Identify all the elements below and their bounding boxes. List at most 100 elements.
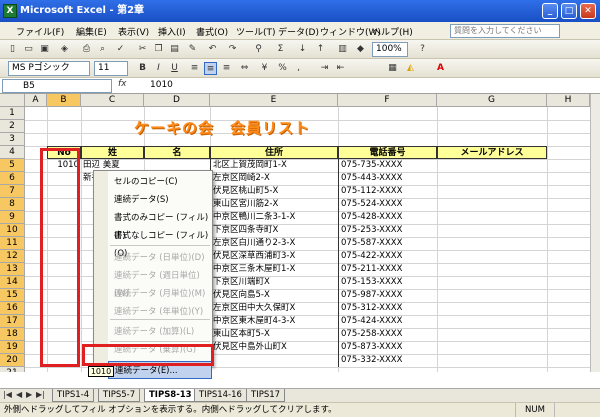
column-header-d[interactable]: D bbox=[144, 94, 210, 107]
cut-icon[interactable]: ✂ bbox=[136, 43, 149, 56]
align-right-icon[interactable]: ≡ bbox=[220, 62, 233, 75]
row-header-7[interactable]: 7 bbox=[0, 185, 25, 198]
help-search-input[interactable]: 質問を入力してください bbox=[450, 24, 560, 38]
minimize-button[interactable]: _ bbox=[542, 3, 558, 19]
preview-icon[interactable]: ⌕ bbox=[96, 43, 109, 56]
address-cell[interactable]: 伏見区向島5-X bbox=[210, 289, 338, 302]
address-cell[interactable]: 北区上賀茂岡町1-X bbox=[210, 159, 338, 172]
spelling-icon[interactable]: ✓ bbox=[114, 43, 127, 56]
address-cell[interactable]: 下京区川端町X bbox=[210, 276, 338, 289]
new-icon[interactable]: ▯ bbox=[6, 43, 19, 56]
phone-cell[interactable]: 075-422-XXXX bbox=[338, 250, 437, 263]
indent-icon[interactable]: ⇥ bbox=[318, 62, 331, 75]
row-header-21[interactable]: 21 bbox=[0, 367, 25, 372]
percent-icon[interactable]: % bbox=[276, 62, 289, 75]
phone-cell[interactable]: 075-424-XXXX bbox=[338, 315, 437, 328]
drawing-icon[interactable]: ◆ bbox=[354, 43, 367, 56]
column-header-c[interactable]: C bbox=[81, 94, 144, 107]
menu-insert[interactable]: 挿入(I) bbox=[158, 25, 186, 38]
row-header-8[interactable]: 8 bbox=[0, 198, 25, 211]
formula-input[interactable]: 1010 bbox=[150, 80, 173, 90]
maximize-button[interactable]: □ bbox=[561, 3, 577, 19]
phone-cell[interactable]: 075-258-XXXX bbox=[338, 328, 437, 341]
row-header-13[interactable]: 13 bbox=[0, 263, 25, 276]
context-menu-item[interactable]: 連続データ (日単位)(D) bbox=[108, 249, 212, 267]
column-header-h[interactable]: H bbox=[547, 94, 590, 107]
menu-edit[interactable]: 編集(E) bbox=[76, 25, 107, 38]
excel-icon[interactable]: X bbox=[3, 4, 17, 18]
context-menu-item[interactable]: 連続データ (週日単位)(W) bbox=[108, 267, 212, 299]
phone-cell[interactable]: 075-253-XXXX bbox=[338, 224, 437, 237]
address-cell[interactable]: 中京区東木屋町4-3-X bbox=[210, 315, 338, 328]
address-cell[interactable]: 伏見区中島外山町X bbox=[210, 341, 338, 354]
phone-cell[interactable]: 075-112-XXXX bbox=[338, 185, 437, 198]
copy-icon[interactable]: ❐ bbox=[152, 43, 165, 56]
address-cell[interactable]: 下京区四条寺町X bbox=[210, 224, 338, 237]
address-cell[interactable]: 伏見区桃山町5-X bbox=[210, 185, 338, 198]
undo-icon[interactable]: ↶ bbox=[206, 43, 219, 56]
address-cell[interactable]: 中京区鴨川二条3-1-X bbox=[210, 211, 338, 224]
phone-cell[interactable]: 075-987-XXXX bbox=[338, 289, 437, 302]
context-menu-item[interactable]: 書式のみコピー (フィル)(F) bbox=[108, 209, 212, 241]
vertical-scrollbar[interactable] bbox=[590, 94, 600, 372]
row-header-9[interactable]: 9 bbox=[0, 211, 25, 224]
first-sheet-icon[interactable]: |◀ bbox=[3, 390, 12, 399]
autosum-icon[interactable]: Σ bbox=[274, 43, 287, 56]
font-size-select[interactable]: 11 bbox=[94, 61, 128, 76]
permission-icon[interactable]: ◈ bbox=[58, 43, 71, 56]
row-header-11[interactable]: 11 bbox=[0, 237, 25, 250]
hyperlink-icon[interactable]: ⚲ bbox=[252, 43, 265, 56]
row-header-19[interactable]: 19 bbox=[0, 341, 25, 354]
phone-cell[interactable]: 075-332-XXXX bbox=[338, 354, 437, 367]
redo-icon[interactable]: ↷ bbox=[226, 43, 239, 56]
prev-sheet-icon[interactable]: ◀ bbox=[16, 390, 22, 399]
row-header-5[interactable]: 5 bbox=[0, 159, 25, 172]
next-sheet-icon[interactable]: ▶ bbox=[26, 390, 32, 399]
row-header-16[interactable]: 16 bbox=[0, 302, 25, 315]
phone-cell[interactable]: 075-735-XXXX bbox=[338, 159, 437, 172]
context-menu-item[interactable]: 連続データ (月単位)(M) bbox=[108, 285, 212, 303]
sheet-tab[interactable]: TIPS5-7 bbox=[98, 389, 141, 402]
font-color-icon[interactable]: A bbox=[434, 62, 447, 75]
context-menu-item[interactable]: 連続データ (加算)(L) bbox=[108, 323, 212, 341]
menu-file[interactable]: ファイル(F) bbox=[16, 25, 64, 38]
menu-format[interactable]: 書式(O) bbox=[196, 25, 228, 38]
row-header-6[interactable]: 6 bbox=[0, 172, 25, 185]
column-header-f[interactable]: F bbox=[338, 94, 437, 107]
chart-icon[interactable]: ▥ bbox=[336, 43, 349, 56]
row-header-12[interactable]: 12 bbox=[0, 250, 25, 263]
phone-cell[interactable]: 075-873-XXXX bbox=[338, 341, 437, 354]
underline-button[interactable]: U bbox=[168, 62, 181, 75]
sort-asc-icon[interactable]: ↓ bbox=[296, 43, 309, 56]
address-cell[interactable]: 左京区白川通り2-3-X bbox=[210, 237, 338, 250]
address-cell[interactable]: 東山区本町5-X bbox=[210, 328, 338, 341]
phone-cell[interactable]: 075-524-XXXX bbox=[338, 198, 437, 211]
row-header-17[interactable]: 17 bbox=[0, 315, 25, 328]
menu-view[interactable]: 表示(V) bbox=[118, 25, 149, 38]
last-sheet-icon[interactable]: ▶| bbox=[36, 390, 45, 399]
align-left-icon[interactable]: ≡ bbox=[188, 62, 201, 75]
context-menu-item[interactable]: 書式なしコピー (フィル)(O) bbox=[108, 227, 212, 259]
close-button[interactable]: ✕ bbox=[580, 3, 596, 19]
menu-help[interactable]: ヘルプ(H) bbox=[372, 25, 413, 38]
phone-cell[interactable]: 075-211-XXXX bbox=[338, 263, 437, 276]
row-header-2[interactable]: 2 bbox=[0, 120, 25, 133]
comma-icon[interactable]: , bbox=[292, 62, 305, 75]
context-menu-item[interactable]: セルのコピー(C) bbox=[108, 173, 212, 191]
font-name-select[interactable]: MS Pゴシック bbox=[8, 61, 90, 76]
address-cell[interactable]: 中京区三条木屋町1-X bbox=[210, 263, 338, 276]
print-icon[interactable]: ⎙ bbox=[80, 43, 93, 56]
phone-cell[interactable]: 075-443-XXXX bbox=[338, 172, 437, 185]
save-icon[interactable]: ▣ bbox=[38, 43, 51, 56]
sheet-tab-active[interactable]: TIPS8-13 bbox=[144, 389, 197, 402]
align-center-icon[interactable]: ≡ bbox=[204, 62, 217, 75]
row-header-4[interactable]: 4 bbox=[0, 146, 25, 159]
address-cell[interactable]: 東山区宮川筋2-X bbox=[210, 198, 338, 211]
row-header-14[interactable]: 14 bbox=[0, 276, 25, 289]
phone-cell[interactable]: 075-428-XXXX bbox=[338, 211, 437, 224]
row-header-15[interactable]: 15 bbox=[0, 289, 25, 302]
row-header-10[interactable]: 10 bbox=[0, 224, 25, 237]
column-header-b[interactable]: B bbox=[47, 94, 81, 107]
row-header-20[interactable]: 20 bbox=[0, 354, 25, 367]
sheet-tab[interactable]: TIPS17 bbox=[246, 389, 286, 402]
